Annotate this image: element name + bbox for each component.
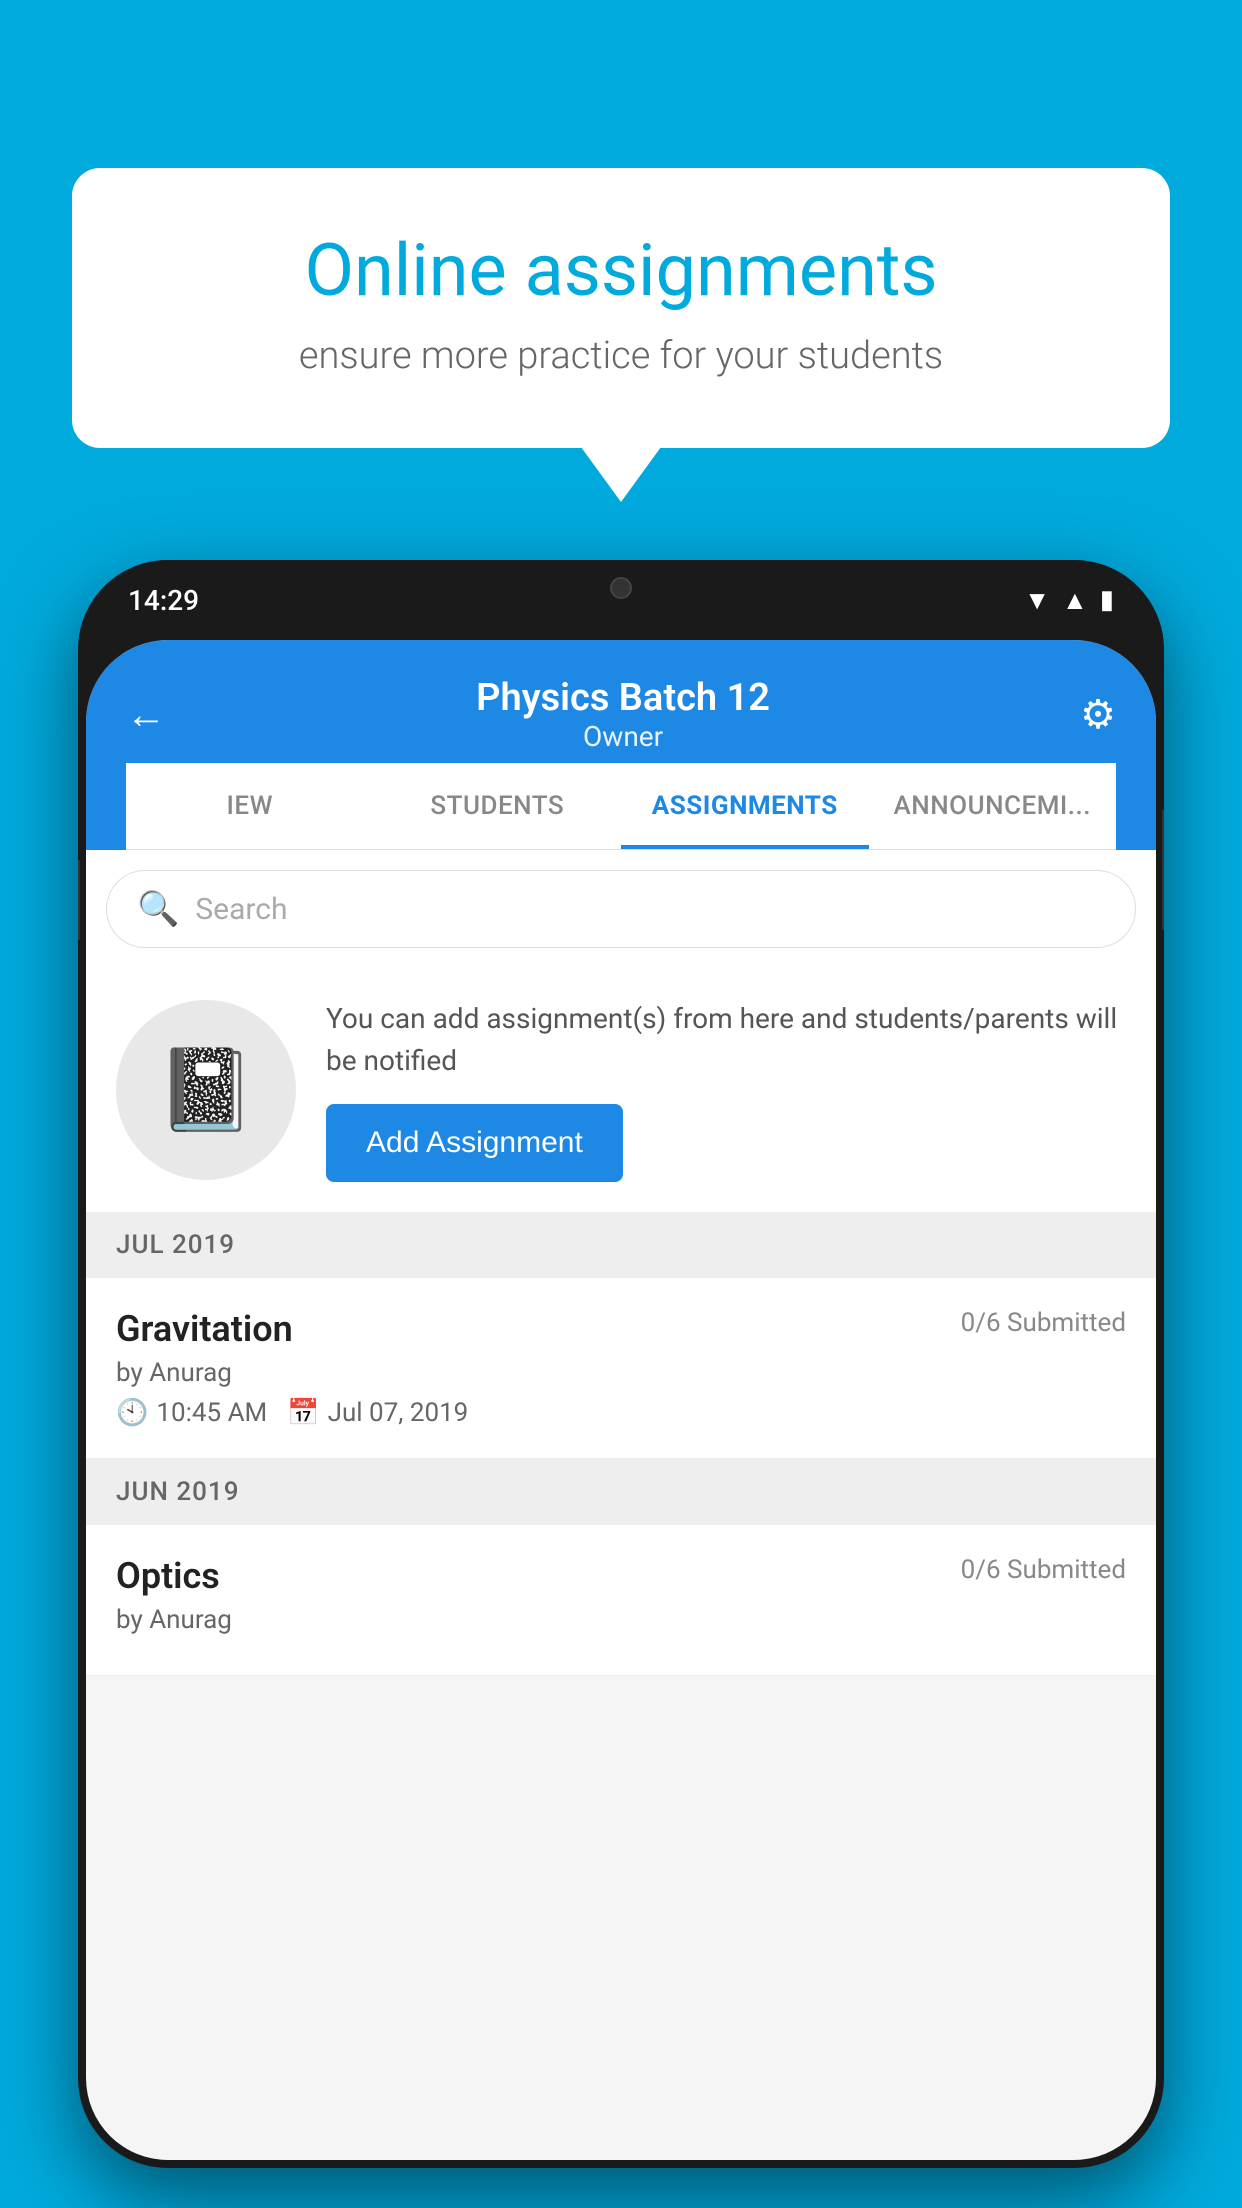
time-meta: 🕙 10:45 AM xyxy=(116,1398,267,1428)
search-icon: 🔍 xyxy=(137,889,179,929)
back-button[interactable]: ← xyxy=(126,691,166,738)
assignment-item-optics[interactable]: Optics 0/6 Submitted by Anurag xyxy=(86,1525,1156,1676)
section-header-jul: JUL 2019 xyxy=(86,1212,1156,1278)
assignment-title-optics: Optics xyxy=(116,1555,220,1597)
phone-screen: ← Physics Batch 12 Owner ⚙ IEW STUDENTS … xyxy=(86,640,1156,2160)
assignment-promo: 📓 You can add assignment(s) from here an… xyxy=(86,968,1156,1212)
add-assignment-button[interactable]: Add Assignment xyxy=(326,1104,623,1182)
assignment-author-optics: by Anurag xyxy=(116,1605,1126,1635)
camera xyxy=(610,577,632,599)
batch-title: Physics Batch 12 xyxy=(476,676,770,720)
tab-students[interactable]: STUDENTS xyxy=(374,763,622,849)
assignment-submitted-gravitation: 0/6 Submitted xyxy=(961,1308,1126,1338)
assignment-title-gravitation: Gravitation xyxy=(116,1308,293,1350)
phone-device: 14:29 ▼ ▲ ▮ ← Physics Batch 12 Owner ⚙ I… xyxy=(78,560,1164,2168)
tab-announcements[interactable]: ANNOUNCEMI... xyxy=(869,763,1117,849)
status-bar: 14:29 ▼ ▲ ▮ xyxy=(78,560,1164,640)
battery-icon: ▮ xyxy=(1100,585,1114,615)
speech-bubble-title: Online assignments xyxy=(132,228,1110,314)
notebook-icon: 📓 xyxy=(156,1043,256,1137)
assignment-meta-gravitation: 🕙 10:45 AM 📅 Jul 07, 2019 xyxy=(116,1398,1126,1428)
tab-iew[interactable]: IEW xyxy=(126,763,374,849)
clock-icon: 🕙 xyxy=(116,1398,148,1428)
role-label: Owner xyxy=(476,720,770,753)
wifi-icon: ▼ xyxy=(1024,585,1050,616)
settings-icon[interactable]: ⚙ xyxy=(1080,691,1116,738)
date-meta: 📅 Jul 07, 2019 xyxy=(287,1398,468,1428)
assignment-author-gravitation: by Anurag xyxy=(116,1358,1126,1388)
tab-bar: IEW STUDENTS ASSIGNMENTS ANNOUNCEMI... xyxy=(126,763,1116,850)
status-time: 14:29 xyxy=(128,584,199,617)
section-header-jun: JUN 2019 xyxy=(86,1459,1156,1525)
speech-bubble-card: Online assignments ensure more practice … xyxy=(72,168,1170,448)
assignment-submitted-optics: 0/6 Submitted xyxy=(961,1555,1126,1585)
speech-bubble-subtitle: ensure more practice for your students xyxy=(132,334,1110,378)
tab-assignments[interactable]: ASSIGNMENTS xyxy=(621,763,869,849)
assignment-time: 10:45 AM xyxy=(156,1398,267,1428)
promo-icon-circle: 📓 xyxy=(116,1000,296,1180)
calendar-icon: 📅 xyxy=(287,1398,319,1428)
content-area: 🔍 Search 📓 You can add assignment(s) fro… xyxy=(86,850,1156,1676)
status-icons: ▼ ▲ ▮ xyxy=(1024,585,1114,616)
app-header: ← Physics Batch 12 Owner ⚙ IEW STUDENTS … xyxy=(86,640,1156,850)
notch xyxy=(541,560,701,615)
promo-description: You can add assignment(s) from here and … xyxy=(326,998,1126,1082)
search-placeholder: Search xyxy=(195,892,287,927)
signal-icon: ▲ xyxy=(1062,585,1088,616)
promo-content: You can add assignment(s) from here and … xyxy=(326,998,1126,1182)
assignment-date: Jul 07, 2019 xyxy=(328,1398,469,1428)
assignment-item-gravitation[interactable]: Gravitation 0/6 Submitted by Anurag 🕙 10… xyxy=(86,1278,1156,1459)
power-button xyxy=(1162,810,1164,930)
header-center: Physics Batch 12 Owner xyxy=(476,676,770,753)
volume-button xyxy=(78,860,80,940)
search-bar[interactable]: 🔍 Search xyxy=(106,870,1136,948)
